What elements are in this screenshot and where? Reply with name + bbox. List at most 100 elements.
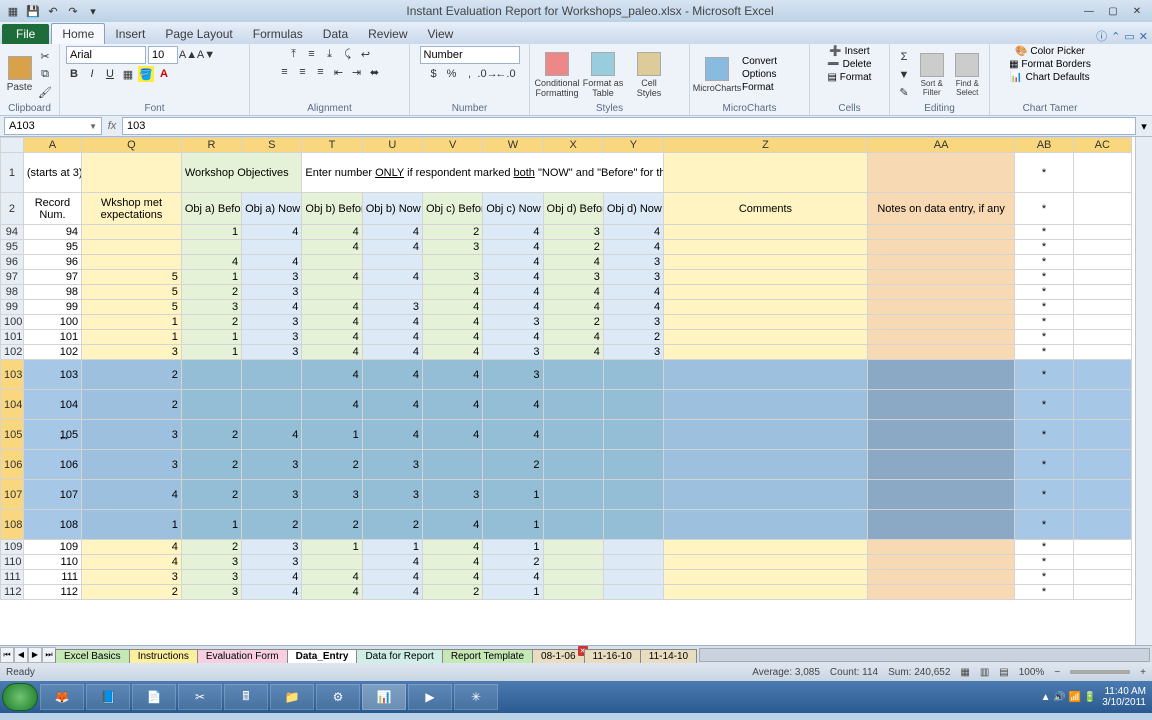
indent-dec-icon[interactable]: ⇤ [331,64,347,80]
currency-icon[interactable]: $ [426,66,442,82]
grow-font-icon[interactable]: A▲ [180,47,196,63]
cells-delete[interactable]: ➖ Delete [827,59,871,70]
sheet-tab-Excel Basics[interactable]: Excel Basics [55,649,130,663]
col-header-U[interactable]: U [362,138,422,153]
conditional-formatting-button[interactable]: Conditional Formatting [536,52,578,98]
save-icon[interactable]: 💾 [24,2,42,20]
fill-icon[interactable]: ▼ [896,67,912,83]
maximize-button[interactable]: ▢ [1102,3,1124,19]
percent-icon[interactable]: % [444,66,460,82]
col-header-AC[interactable]: AC [1073,138,1131,153]
row-header-103[interactable]: 103 [1,360,24,390]
sheet-tab-Evaluation Form[interactable]: Evaluation Form [197,649,288,663]
align-left-icon[interactable]: ≡ [277,64,293,80]
col-header-Q[interactable]: Q [82,138,182,153]
zoom-out-icon[interactable]: − [1054,667,1060,678]
cut-icon[interactable]: ✂ [37,49,53,65]
number-format-select[interactable] [420,46,520,64]
comma-icon[interactable]: , [462,66,478,82]
help-icon[interactable]: ⓘ [1096,28,1107,44]
row-header-99[interactable]: 99 [1,300,24,315]
align-middle-icon[interactable]: ≡ [304,46,320,62]
tab-formulas[interactable]: Formulas [243,24,313,44]
row-header-107[interactable]: 107 [1,480,24,510]
color-picker[interactable]: 🎨 Color Picker [1015,46,1085,57]
clear-icon[interactable]: ✎ [896,85,912,101]
zoom-level[interactable]: 100% [1019,667,1045,678]
tab-nav-prev[interactable]: ◀ [14,647,28,663]
autosum-icon[interactable]: Σ [896,49,912,65]
formula-expand-icon[interactable]: ▾ [1136,120,1152,133]
col-header-X[interactable]: X [543,138,603,153]
tab-view[interactable]: View [418,24,464,44]
align-center-icon[interactable]: ≡ [295,64,311,80]
mc-format[interactable]: Format [742,82,777,93]
row-header-95[interactable]: 95 [1,240,24,255]
format-borders[interactable]: ▦ Format Borders [1009,59,1091,70]
row-header-104[interactable]: 104 [1,390,24,420]
view-layout-icon[interactable]: ▥ [980,667,989,678]
tab-insert[interactable]: Insert [105,24,155,44]
taskbar-firefox[interactable]: 🦊 [40,684,84,710]
tab-review[interactable]: Review [358,24,417,44]
microcharts-button[interactable]: MicroCharts [696,57,738,93]
horizontal-scrollbar[interactable] [699,648,1150,662]
tab-nav-first[interactable]: ⏮ [0,647,14,663]
worksheet[interactable]: AQRSTUVWXYZAAABAC1 (starts at 3) Worksho… [0,137,1152,645]
tab-page-layout[interactable]: Page Layout [155,24,242,44]
taskbar-excel[interactable]: 📊 [362,684,406,710]
dec-decimal-icon[interactable]: ←.0 [498,66,514,82]
row-header-101[interactable]: 101 [1,330,24,345]
cells-format[interactable]: ▤ Format [828,72,872,83]
bold-button[interactable]: B [66,66,82,82]
row-header-1[interactable]: 1 [1,153,24,193]
row-header-94[interactable]: 94 [1,225,24,240]
align-right-icon[interactable]: ≡ [313,64,329,80]
vertical-scrollbar[interactable] [1135,137,1152,645]
tab-nav-next[interactable]: ▶ [28,647,42,663]
col-header-AB[interactable]: AB [1015,138,1073,153]
zoom-in-icon[interactable]: + [1140,667,1146,678]
qat-more-icon[interactable]: ▾ [84,2,102,20]
cell-styles-button[interactable]: Cell Styles [628,52,670,98]
paste-button[interactable]: Paste [6,56,33,93]
row-header-105[interactable]: 105 [1,420,24,450]
row-header-98[interactable]: 98 [1,285,24,300]
inc-decimal-icon[interactable]: .0→ [480,66,496,82]
ribbon-min-icon[interactable]: ⌃ [1111,30,1120,43]
align-top-icon[interactable]: ⤒ [286,46,302,62]
indent-inc-icon[interactable]: ⇥ [349,64,365,80]
row-header-2[interactable]: 2 [1,193,24,225]
fx-icon[interactable]: fx [102,120,122,132]
taskbar-folder[interactable]: 📁 [270,684,314,710]
sheet-tab-Data_Entry[interactable]: Data_Entry [287,649,358,663]
col-header-R[interactable]: R [181,138,241,153]
shrink-font-icon[interactable]: A▼ [198,47,214,63]
tab-home[interactable]: Home [51,23,105,44]
mc-options[interactable]: Options [742,69,777,80]
name-box[interactable]: A103▼ [4,117,102,135]
col-header-T[interactable]: T [302,138,362,153]
zoom-slider[interactable] [1070,670,1130,674]
ribbon-restore-icon[interactable]: ▭ [1124,30,1134,43]
minimize-button[interactable]: — [1078,3,1100,19]
sheet-tab-Report Template[interactable]: Report Template [442,649,533,663]
sheet-tab-11-16-10[interactable]: 11-16-10 [584,649,641,663]
ribbon-close-icon[interactable]: ✕ [1139,30,1148,43]
row-header-96[interactable]: 96 [1,255,24,270]
merge-icon[interactable]: ⬌ [367,64,383,80]
row-header-102[interactable]: 102 [1,345,24,360]
sheet-tab-Data for Report[interactable]: Data for Report [356,649,442,663]
tab-data[interactable]: Data [313,24,358,44]
col-header-V[interactable]: V [422,138,482,153]
sheet-tab-Instructions[interactable]: Instructions [129,649,198,663]
view-break-icon[interactable]: ▤ [999,667,1008,678]
taskbar-flash[interactable]: ▶ [408,684,452,710]
view-normal-icon[interactable]: ▦ [960,667,969,678]
taskbar-snip[interactable]: ✂ [178,684,222,710]
taskbar-app7[interactable]: ⚙ [316,684,360,710]
underline-button[interactable]: U [102,66,118,82]
align-bottom-icon[interactable]: ⤓ [322,46,338,62]
chart-defaults[interactable]: 📊 Chart Defaults [1010,72,1089,83]
taskbar-app10[interactable]: ✳ [454,684,498,710]
